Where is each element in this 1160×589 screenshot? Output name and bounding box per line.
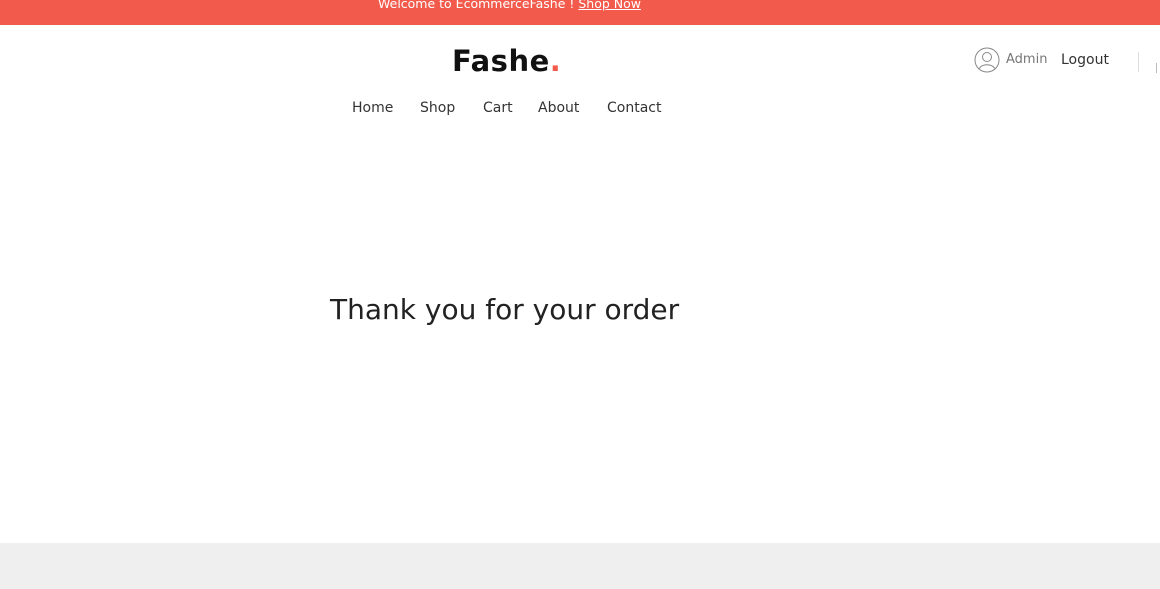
user-avatar-icon (974, 47, 1000, 73)
logo-text: Fashe (452, 44, 550, 78)
account-username: Admin (1006, 52, 1048, 67)
announcement-bar: Welcome to EcommerceFashe ! Shop Now (0, 0, 1160, 25)
site-logo[interactable]: Fashe. (452, 44, 561, 78)
welcome-text: Welcome to EcommerceFashe ! (378, 0, 579, 11)
nav-item-contact[interactable]: Contact (607, 100, 661, 116)
logout-link[interactable]: Logout (1061, 52, 1109, 68)
nav-item-about[interactable]: About (538, 100, 579, 116)
nav-item-shop[interactable]: Shop (420, 100, 455, 116)
nav-item-cart[interactable]: Cart (483, 100, 513, 116)
footer (0, 543, 1160, 589)
order-confirmation-message: Thank you for your order (330, 293, 680, 326)
header-divider (1138, 52, 1139, 72)
logo-dot: . (549, 44, 562, 78)
header-divider-secondary (1156, 63, 1157, 73)
shop-now-link[interactable]: Shop Now (578, 0, 641, 11)
announcement-content: Welcome to EcommerceFashe ! Shop Now (378, 0, 641, 10)
nav-item-home[interactable]: Home (352, 100, 393, 116)
main-nav: Home Shop Cart About Contact (0, 100, 1160, 120)
